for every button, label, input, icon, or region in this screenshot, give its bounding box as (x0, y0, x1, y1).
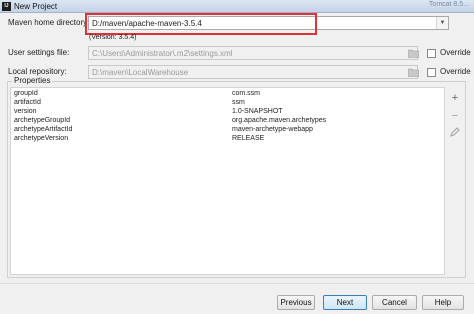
property-key: archetypeArtifactId (14, 126, 73, 133)
folder-icon[interactable] (408, 68, 419, 77)
maven-version-text: (Version: 3.5.4) (89, 34, 137, 41)
local-repo-label: Local repository: (8, 67, 67, 76)
table-row[interactable]: archetypeVersion RELEASE (11, 135, 444, 143)
table-row[interactable]: archetypeGroupId org.apache.maven.archety… (11, 117, 444, 125)
property-key: artifactId (14, 99, 41, 106)
property-value: org.apache.maven.archetypes (232, 117, 327, 124)
help-button[interactable]: Help (422, 295, 464, 310)
maven-home-label: Maven home directory: (8, 18, 90, 27)
local-repo-value: D:\maven\LocalWarehouse (92, 68, 189, 77)
annotation-highlight-box (85, 13, 317, 35)
previous-button-label: Previous (280, 298, 312, 307)
property-value: RELEASE (232, 135, 265, 142)
property-value: ssm (232, 99, 245, 106)
window-title: New Project (14, 2, 58, 11)
add-icon[interactable]: + (449, 92, 461, 104)
user-settings-override-label: Override (440, 48, 471, 57)
help-button-label: Help (434, 298, 452, 307)
footer-divider (0, 283, 474, 284)
previous-button[interactable]: Previous (277, 295, 315, 310)
chevron-down-icon[interactable]: ▼ (436, 17, 448, 29)
table-row[interactable]: groupId com.ssm (11, 90, 444, 98)
property-key: archetypeGroupId (14, 117, 71, 124)
properties-legend: Properties (12, 76, 53, 85)
property-key: archetypeVersion (14, 135, 69, 142)
table-row[interactable]: archetypeArtifactId maven-archetype-webap… (11, 126, 444, 134)
property-key: groupId (14, 90, 38, 97)
property-value: com.ssm (232, 90, 260, 97)
table-row[interactable]: version 1.0-SNAPSHOT (11, 108, 444, 116)
local-repo-override-checkbox[interactable] (427, 68, 436, 77)
property-value: maven-archetype-webapp (232, 126, 313, 133)
table-row[interactable]: artifactId ssm (11, 99, 444, 107)
title-bar: IJ New Project Tomcat 8.5... (0, 0, 474, 13)
remove-icon[interactable]: − (449, 110, 461, 122)
property-key: version (14, 108, 37, 115)
folder-icon[interactable] (408, 49, 419, 58)
next-button-label: Next (336, 298, 354, 307)
edit-pencil-icon[interactable] (449, 126, 461, 138)
cancel-button-label: Cancel (382, 298, 407, 307)
property-value: 1.0-SNAPSHOT (232, 108, 283, 115)
local-repo-override-label: Override (440, 67, 471, 76)
user-settings-field[interactable]: C:\Users\Administrator\.m2\settings.xml (88, 46, 418, 60)
local-repo-field[interactable]: D:\maven\LocalWarehouse (88, 65, 418, 79)
user-settings-override-checkbox[interactable] (427, 49, 436, 58)
next-button[interactable]: Next (323, 295, 367, 310)
intellij-app-icon: IJ (2, 2, 11, 11)
user-settings-value: C:\Users\Administrator\.m2\settings.xml (92, 49, 233, 58)
background-window-text: Tomcat 8.5... (428, 1, 469, 8)
user-settings-label: User settings file: (8, 48, 70, 57)
properties-table[interactable]: groupId com.ssm artifactId ssm version 1.0-SN… (10, 87, 445, 275)
cancel-button[interactable]: Cancel (372, 295, 417, 310)
new-project-dialog: Maven home directory: D:/maven/apache-ma… (0, 13, 474, 314)
